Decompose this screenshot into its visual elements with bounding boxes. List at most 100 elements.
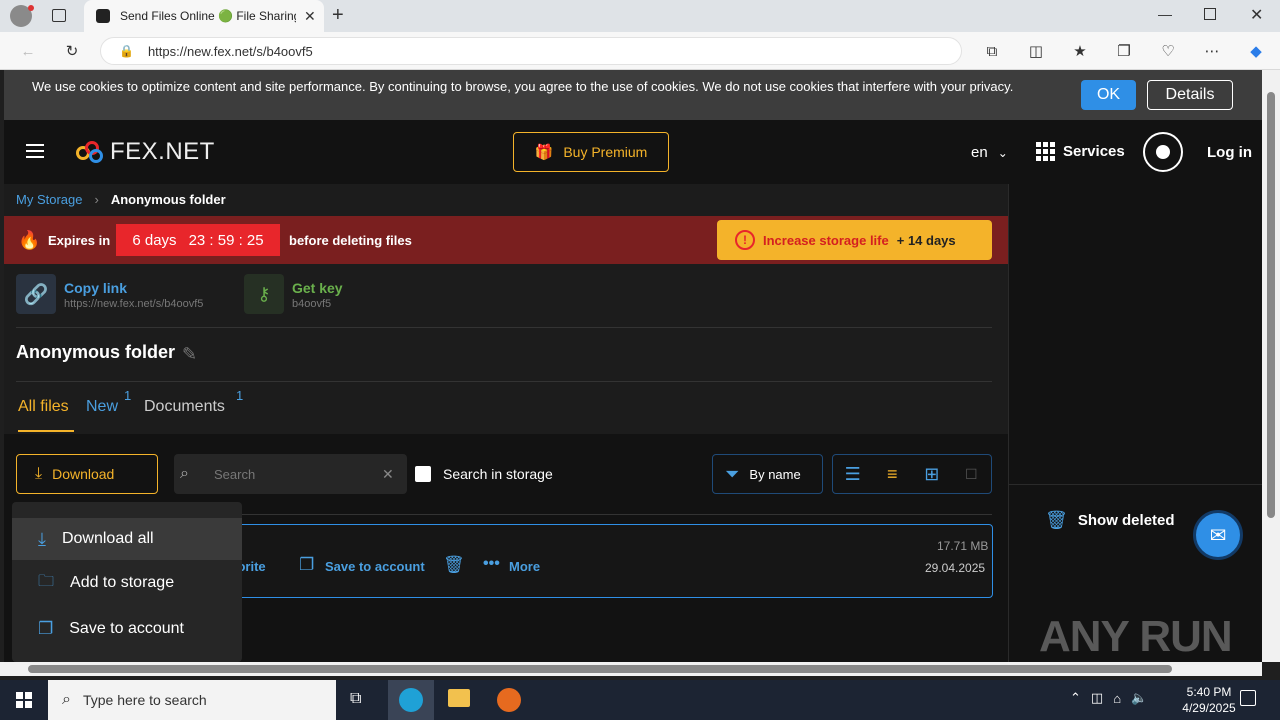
favicon-icon — [96, 9, 110, 23]
download-button[interactable]: ⤓ Download — [16, 454, 158, 494]
breadcrumb: My Storage › Anonymous folder — [16, 192, 226, 207]
fex-logo[interactable]: FEX.NET — [76, 138, 215, 166]
dropdown-item-download-all[interactable]: ⤓ Download all — [12, 518, 242, 560]
performance-icon[interactable]: ♡ — [1156, 39, 1180, 63]
split-screen-icon[interactable]: ◫ — [1024, 39, 1048, 63]
volume-icon[interactable]: 🔈 — [1131, 690, 1147, 706]
list-view-icon[interactable]: ≡ — [873, 464, 913, 485]
grid-view-icon[interactable]: ⊞ — [912, 464, 952, 485]
browser-tab[interactable]: Send Files Online 🟢 File Sharing ✕ — [84, 0, 324, 32]
notification-dot-icon — [28, 5, 34, 11]
get-key-button[interactable]: Get key — [292, 280, 343, 296]
link-icon[interactable]: 🔗 — [16, 274, 56, 314]
windows-start-icon[interactable] — [16, 692, 32, 708]
cookie-ok-button[interactable]: OK — [1081, 80, 1136, 110]
fex-logo-icon — [76, 141, 104, 163]
favorites-icon[interactable]: ★ — [1068, 39, 1092, 63]
network-icon[interactable]: ◫ — [1091, 690, 1103, 706]
edit-pencil-icon[interactable]: ✎ — [182, 344, 197, 365]
tab-documents[interactable]: Documents — [144, 398, 225, 416]
extensions-icon[interactable]: ⧉ — [980, 39, 1004, 63]
breadcrumb-root[interactable]: My Storage — [16, 192, 82, 207]
menu-dots-icon[interactable]: ⋯ — [1200, 39, 1224, 63]
wifi-icon[interactable]: ⌂ — [1113, 691, 1121, 706]
language-label: en — [971, 144, 988, 161]
tab-new[interactable]: New — [86, 398, 118, 416]
clock-alert-icon: ! — [735, 230, 755, 250]
file-date: 29.04.2025 — [925, 561, 986, 575]
chevron-down-icon: ⌄ — [997, 145, 1008, 160]
file-size: 17.71 MB — [937, 539, 989, 553]
refresh-icon[interactable]: ↻ — [60, 39, 84, 63]
dropdown-item-save-to-account[interactable]: ❐ Save to account — [12, 608, 242, 650]
cookie-details-button[interactable]: Details — [1147, 80, 1233, 110]
firefox-icon[interactable] — [497, 688, 521, 712]
chat-mail-icon[interactable]: ✉ — [1193, 510, 1243, 560]
collections-icon[interactable]: ❐ — [1112, 39, 1136, 63]
chevron-up-icon[interactable]: ⌃ — [1070, 690, 1081, 706]
scroll-thumb[interactable] — [28, 665, 1172, 673]
download-label: Download — [52, 466, 115, 482]
scroll-thumb[interactable] — [1267, 92, 1275, 518]
minimize-icon[interactable]: — — [1158, 6, 1172, 22]
divider — [1009, 484, 1262, 485]
copy-link-button[interactable]: Copy link — [64, 280, 127, 296]
buy-premium-label: Buy Premium — [563, 144, 648, 160]
edge-taskbar-button[interactable] — [388, 680, 434, 720]
main-content: My Storage › Anonymous folder 🔥 Expires … — [4, 184, 1008, 662]
divider — [16, 381, 992, 382]
clear-search-icon[interactable]: ✕ — [382, 466, 394, 483]
folder-add-icon: 🗀 — [38, 572, 55, 590]
back-icon[interactable]: ← — [16, 39, 40, 63]
address-bar[interactable]: 🔒 https://new.fex.net/s/b4oovf5 — [100, 37, 962, 65]
save-to-account-action[interactable]: Save to account — [325, 559, 425, 574]
active-tab-indicator — [18, 430, 74, 432]
file-explorer-icon[interactable] — [448, 689, 470, 707]
copy-link-url: https://new.fex.net/s/b4oovf5 — [64, 298, 204, 310]
trash-icon[interactable]: 🗑 — [443, 555, 465, 575]
notifications-icon[interactable] — [1240, 690, 1256, 706]
site-header: FEX.NET 🎁 Buy Premium en ⌄ Services Log … — [4, 120, 1262, 184]
dropdown-item-add-to-storage[interactable]: 🗀 Add to storage — [12, 562, 242, 604]
expires-label: Expires in — [48, 233, 111, 248]
buy-premium-button[interactable]: 🎁 Buy Premium — [513, 132, 669, 172]
vertical-scrollbar[interactable] — [1262, 70, 1280, 662]
taskbar-search-placeholder: Type here to search — [82, 692, 207, 708]
increase-storage-button[interactable]: ! Increase storage life + 14 days — [717, 220, 992, 260]
show-deleted-button[interactable]: 🗑 Show deleted — [1045, 510, 1175, 531]
restore-icon[interactable] — [1204, 8, 1216, 20]
more-action[interactable]: More — [509, 559, 540, 574]
browser-tabstrip: Send Files Online 🟢 File Sharing ✕ + — ✕ — [0, 0, 1280, 32]
key-icon[interactable]: ⚷ — [244, 274, 284, 314]
horizontal-scrollbar[interactable] — [0, 662, 1262, 676]
more-dots-icon: ••• — [483, 555, 500, 572]
language-select[interactable]: en ⌄ — [971, 144, 1008, 161]
login-link[interactable]: Log in — [1207, 144, 1252, 161]
list-detail-view-icon[interactable]: ☰ — [833, 464, 873, 485]
services-button[interactable]: Services — [1036, 142, 1125, 161]
close-window-icon[interactable]: ✕ — [1250, 5, 1263, 25]
grid-apps-icon — [1036, 142, 1055, 161]
download-dropdown: ⤓ Download all 🗀 Add to storage ❐ Save t… — [12, 502, 242, 662]
sort-button[interactable]: ⏷ By name — [712, 454, 823, 494]
lock-icon[interactable]: 🔒 — [119, 44, 134, 58]
search-input[interactable]: ⌕ Search ✕ — [174, 454, 407, 494]
tab-all-files[interactable]: All files — [18, 398, 69, 416]
expiry-suffix: before deleting files — [289, 233, 412, 248]
expiry-timer: 6 days 23 : 59 : 25 — [116, 224, 280, 256]
filter-icon: ⏷ — [725, 463, 740, 484]
task-view-icon[interactable]: ⧉ — [350, 690, 361, 708]
new-tab-icon[interactable]: + — [332, 4, 344, 27]
key-value: b4oovf5 — [292, 298, 332, 310]
dropdown-label: Add to storage — [70, 574, 175, 591]
tab-actions-icon[interactable] — [52, 9, 66, 22]
hamburger-menu-icon[interactable] — [26, 144, 44, 158]
copilot-icon[interactable]: ◆ — [1244, 39, 1268, 63]
avatar-icon[interactable] — [1143, 132, 1183, 172]
logo-text: FEX.NET — [110, 138, 215, 165]
select-all-icon[interactable]: ☐ — [952, 466, 992, 483]
search-storage-checkbox[interactable] — [415, 466, 431, 482]
url-text[interactable]: https://new.fex.net/s/b4oovf5 — [148, 44, 313, 59]
taskbar-search[interactable]: ⌕ Type here to search — [48, 680, 336, 720]
close-tab-icon[interactable]: ✕ — [304, 8, 316, 25]
